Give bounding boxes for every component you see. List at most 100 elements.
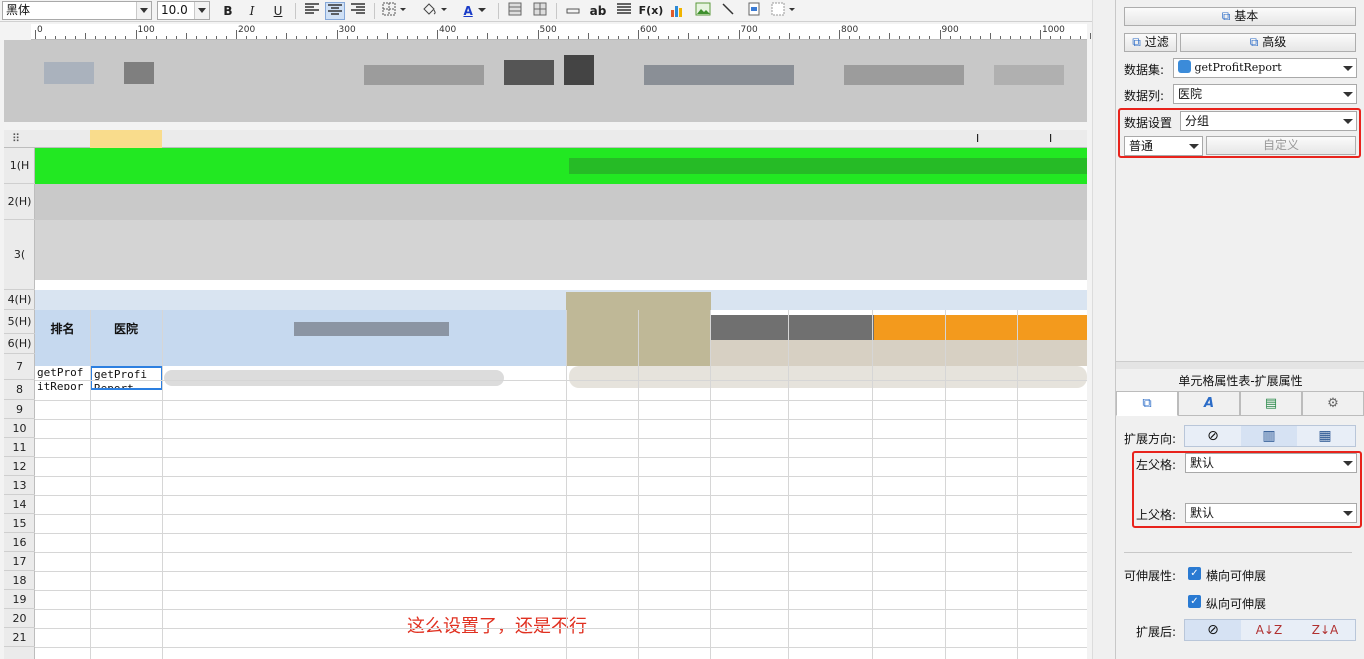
text-style-button[interactable]: ab xyxy=(588,2,608,20)
chevron-down-icon[interactable] xyxy=(1339,59,1356,77)
ruler-tick xyxy=(738,30,740,39)
tab-expand[interactable]: ⧉ xyxy=(1116,391,1178,416)
chevron-down-icon[interactable] xyxy=(1339,85,1356,103)
ruler-tick xyxy=(316,36,318,39)
select-all-icon[interactable]: ⠿ xyxy=(12,132,20,145)
sort-descending-icon[interactable]: Z↓A xyxy=(1297,620,1353,640)
expand-direction-segment[interactable]: ⊘ ▥ ▦ xyxy=(1184,425,1356,447)
grid-column-line xyxy=(945,310,946,659)
ruler-tick xyxy=(416,36,418,39)
sort-ascending-icon[interactable]: A↓Z xyxy=(1241,620,1297,640)
selected-column-header[interactable] xyxy=(90,130,162,148)
row-number[interactable]: 19 xyxy=(4,590,35,609)
after-expand-segment[interactable]: ⊘ A↓Z Z↓A xyxy=(1184,619,1356,641)
mode-select[interactable]: 普通 xyxy=(1124,136,1203,156)
horizontal-expand-icon[interactable]: ▦ xyxy=(1297,426,1353,446)
row-number[interactable]: 6(H) xyxy=(4,334,35,354)
insert-line-icon[interactable] xyxy=(563,2,583,20)
row-number[interactable]: 7 xyxy=(4,354,35,380)
row-number[interactable]: 11 xyxy=(4,438,35,457)
cell-border-style-icon[interactable] xyxy=(770,2,800,20)
row-number[interactable]: 15 xyxy=(4,514,35,533)
panel-splitter[interactable] xyxy=(1116,361,1364,369)
ruler-tick xyxy=(1019,36,1021,39)
row-number[interactable]: 1(H xyxy=(4,148,35,184)
merge-cells-icon[interactable] xyxy=(505,2,525,20)
left-parent-select[interactable]: 默认 xyxy=(1185,453,1357,473)
row-number[interactable]: 21 xyxy=(4,628,35,647)
text-color-button[interactable]: A xyxy=(458,2,492,20)
ruler-label: 0 xyxy=(37,25,43,35)
chevron-down-icon[interactable] xyxy=(194,2,209,19)
rank-data-cell[interactable]: getProf itRepor xyxy=(35,366,90,390)
row-number[interactable]: 8 xyxy=(4,380,35,400)
font-name-select[interactable]: 黑体 xyxy=(2,1,152,20)
row-number[interactable]: 16 xyxy=(4,533,35,552)
widget-icon[interactable] xyxy=(744,2,764,20)
tab-condition[interactable]: ▤ xyxy=(1240,391,1302,416)
align-left-icon[interactable] xyxy=(302,2,322,20)
custom-button[interactable]: 自定义 xyxy=(1206,136,1356,155)
column-header-i[interactable]: I xyxy=(1049,132,1052,145)
no-expand-icon[interactable]: ⊘ xyxy=(1185,426,1241,446)
underline-button[interactable]: U xyxy=(268,2,288,20)
bold-button[interactable]: B xyxy=(218,2,238,20)
row-number[interactable]: 20 xyxy=(4,609,35,628)
chevron-down-icon[interactable] xyxy=(136,2,151,19)
vertical-scrollbar[interactable] xyxy=(1092,0,1107,659)
tab-settings[interactable]: ⚙ xyxy=(1302,391,1364,416)
row-number[interactable]: 13 xyxy=(4,476,35,495)
datacol-select[interactable]: 医院 xyxy=(1173,84,1357,104)
hospital-header-cell[interactable]: 医院 xyxy=(90,320,162,337)
column-header-i[interactable]: I xyxy=(976,132,979,145)
row-number[interactable]: 18 xyxy=(4,571,35,590)
row-number[interactable]: 10 xyxy=(4,419,35,438)
row-number[interactable]: 17 xyxy=(4,552,35,571)
fill-color-icon[interactable] xyxy=(420,2,452,20)
row-number[interactable]: 2(H) xyxy=(4,184,35,220)
row-number[interactable]: 12 xyxy=(4,457,35,476)
align-center-icon[interactable] xyxy=(325,2,345,20)
chart-icon[interactable] xyxy=(667,2,687,20)
row-number[interactable]: 14 xyxy=(4,495,35,514)
ruler-tick xyxy=(356,36,358,39)
basic-button[interactable]: ⧉ 基本 xyxy=(1124,7,1356,26)
image-icon[interactable] xyxy=(693,2,713,20)
ruler-tick xyxy=(507,36,509,39)
align-right-icon[interactable] xyxy=(348,2,368,20)
spreadsheet-grid[interactable]: ⠿ I I 1(H 2(H) 3(4(H) 5(H) 6(H) 7 8 9 10 11 12 13 14… xyxy=(4,130,1087,659)
dataset-select[interactable]: getProfitReport xyxy=(1173,58,1357,78)
row-number[interactable]: 4(H) xyxy=(4,290,35,310)
top-parent-select[interactable]: 默认 xyxy=(1185,503,1357,523)
horizontal-stretch-checkbox[interactable]: ✓ xyxy=(1188,567,1201,580)
chevron-down-icon[interactable] xyxy=(1185,137,1202,155)
ruler-tick xyxy=(658,36,660,39)
row-number[interactable]: 3( xyxy=(4,220,35,290)
advanced-button[interactable]: ⧉ 高级 xyxy=(1180,33,1356,52)
rank-header-cell[interactable]: 排名 xyxy=(35,320,90,337)
split-cells-icon[interactable] xyxy=(530,2,550,20)
hospital-data-cell-selected[interactable]: getProfi Report xyxy=(90,366,163,390)
no-sort-icon[interactable]: ⊘ xyxy=(1185,620,1241,640)
italic-button[interactable]: I xyxy=(242,2,262,20)
paragraph-icon[interactable] xyxy=(614,2,634,20)
chevron-down-icon[interactable] xyxy=(1339,504,1356,522)
vertical-stretch-checkbox[interactable]: ✓ xyxy=(1188,595,1201,608)
vertical-expand-icon[interactable]: ▥ xyxy=(1241,426,1297,446)
row-number[interactable]: 5(H) xyxy=(4,310,35,334)
row-number[interactable]: 9 xyxy=(4,400,35,419)
ruler-tick xyxy=(889,33,891,39)
font-size-select[interactable]: 10.0 xyxy=(157,1,210,20)
chevron-down-icon[interactable] xyxy=(1339,454,1356,472)
ruler-label: 200 xyxy=(238,25,256,35)
annotation-text: 这么设置了，还是不行 xyxy=(407,616,587,637)
chevron-down-icon[interactable] xyxy=(1339,112,1356,130)
grid-row-line xyxy=(35,590,1087,591)
border-icon[interactable] xyxy=(380,2,410,20)
tab-style[interactable]: A xyxy=(1178,391,1240,416)
formula-button[interactable]: F(x) xyxy=(638,2,664,20)
filter-button[interactable]: ⧉ 过滤 xyxy=(1124,33,1177,52)
ruler-tick xyxy=(808,36,810,39)
datasetting-select[interactable]: 分组 xyxy=(1180,111,1357,131)
slash-line-icon[interactable] xyxy=(718,2,738,20)
